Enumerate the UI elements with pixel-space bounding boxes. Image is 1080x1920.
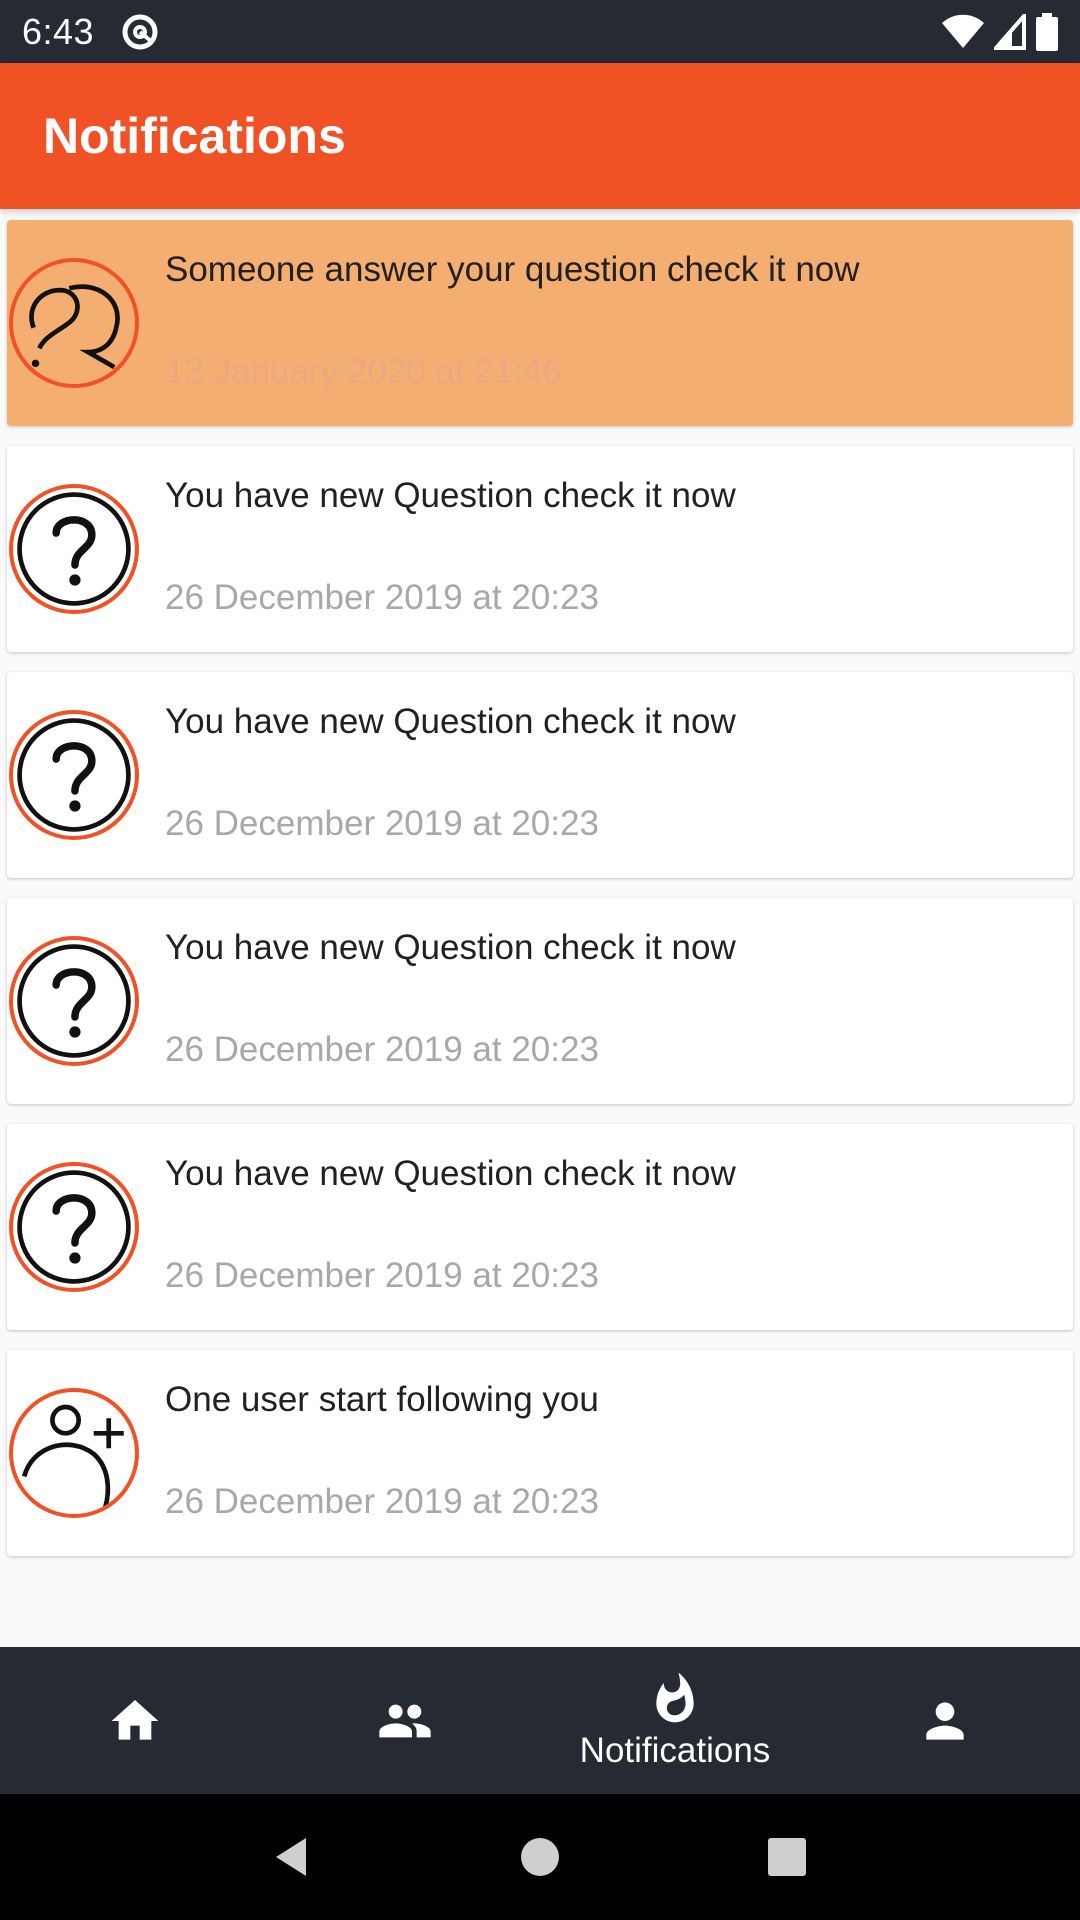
notification-timestamp: 26 December 2019 at 20:23	[165, 804, 599, 843]
status-time: 6:43	[22, 10, 95, 52]
question-mark-icon	[17, 492, 131, 606]
notification-item[interactable]: You have new Question check it now 26 De…	[7, 898, 1073, 1104]
page-title: Notifications	[43, 108, 346, 164]
notification-timestamp: 26 December 2019 at 20:23	[165, 1030, 599, 1069]
notification-timestamp: 26 December 2019 at 20:23	[165, 1256, 599, 1295]
notification-avatar	[9, 258, 139, 388]
notification-message: You have new Question check it now	[165, 1154, 736, 1193]
notification-item[interactable]: Someone answer your question check it no…	[7, 220, 1073, 426]
flame-icon	[656, 1672, 694, 1722]
add-user-icon	[21, 1404, 124, 1510]
notification-message: Someone answer your question check it no…	[165, 250, 860, 289]
nav-home[interactable]	[0, 1647, 270, 1794]
recents-icon[interactable]	[762, 1832, 812, 1882]
person-icon	[926, 1701, 964, 1740]
notification-item[interactable]: You have new Question check it now 26 De…	[7, 672, 1073, 878]
nav-notifications-label: Notifications	[579, 1730, 771, 1770]
nav-profile[interactable]	[810, 1647, 1080, 1794]
nav-people[interactable]	[270, 1647, 540, 1794]
notification-timestamp: 13 January 2020 at 21:46	[165, 352, 562, 391]
notification-timestamp: 26 December 2019 at 20:23	[165, 1482, 599, 1521]
battery-icon	[1036, 12, 1058, 51]
question-mark-icon	[17, 944, 131, 1058]
notification-item[interactable]: You have new Question check it now 26 De…	[7, 446, 1073, 652]
notification-message: One user start following you	[165, 1380, 599, 1419]
system-nav-bar	[0, 1794, 1080, 1920]
notification-message: You have new Question check it now	[165, 702, 736, 741]
notification-timestamp: 26 December 2019 at 20:23	[165, 578, 599, 617]
status-bar: 6:43	[0, 0, 1080, 63]
back-icon[interactable]	[268, 1832, 318, 1882]
cell-signal-icon	[994, 13, 1026, 50]
notification-avatar	[9, 936, 139, 1066]
notification-avatar	[9, 1162, 139, 1292]
at-sign-icon	[122, 14, 158, 49]
question-mark-icon	[17, 718, 131, 832]
notification-avatar	[9, 710, 139, 840]
home-icon	[111, 1699, 159, 1740]
notification-item[interactable]: You have new Question check it now 26 De…	[7, 1124, 1073, 1330]
question-mark-icon	[17, 1170, 131, 1284]
notification-item[interactable]: One user start following you 26 December…	[7, 1350, 1073, 1556]
bottom-navigation: Notifications	[0, 1647, 1080, 1794]
app-bar: Notifications	[0, 63, 1080, 209]
notification-avatar	[9, 1388, 139, 1518]
notification-avatar	[9, 484, 139, 614]
notification-message: You have new Question check it now	[165, 476, 736, 515]
chat-question-icon	[29, 284, 120, 370]
notification-message: You have new Question check it now	[165, 928, 736, 967]
home-button-icon[interactable]	[515, 1832, 565, 1882]
people-icon	[379, 1704, 431, 1737]
wifi-icon	[942, 14, 984, 48]
nav-notifications[interactable]: Notifications	[540, 1647, 810, 1794]
